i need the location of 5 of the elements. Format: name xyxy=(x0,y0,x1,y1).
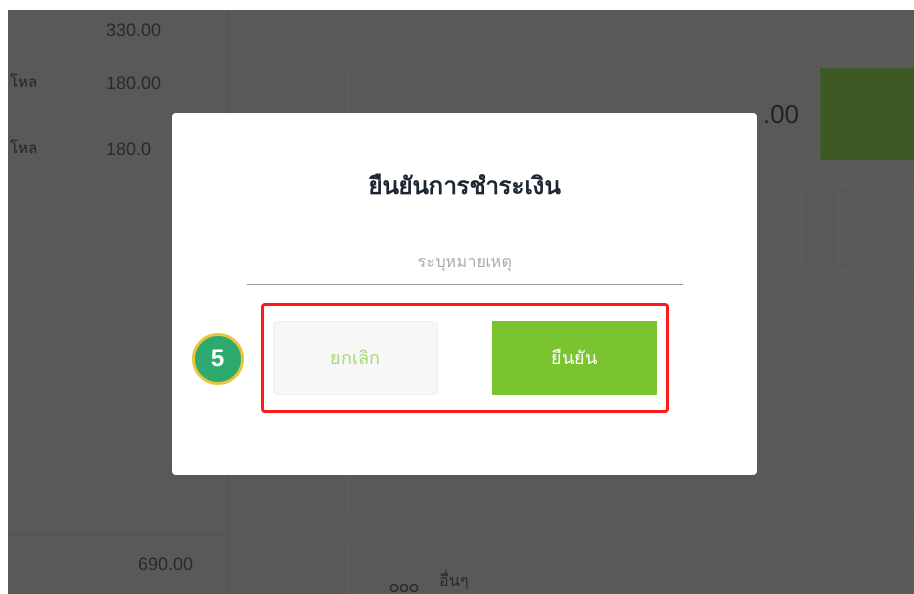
unit-text: โหล xyxy=(10,74,37,91)
cash-amount: .00 xyxy=(762,98,799,130)
unit-text: โหล xyxy=(10,140,37,157)
step-badge: 5 xyxy=(192,333,244,385)
dialog-title: ยืนยันการชำระเงิน xyxy=(368,172,560,202)
